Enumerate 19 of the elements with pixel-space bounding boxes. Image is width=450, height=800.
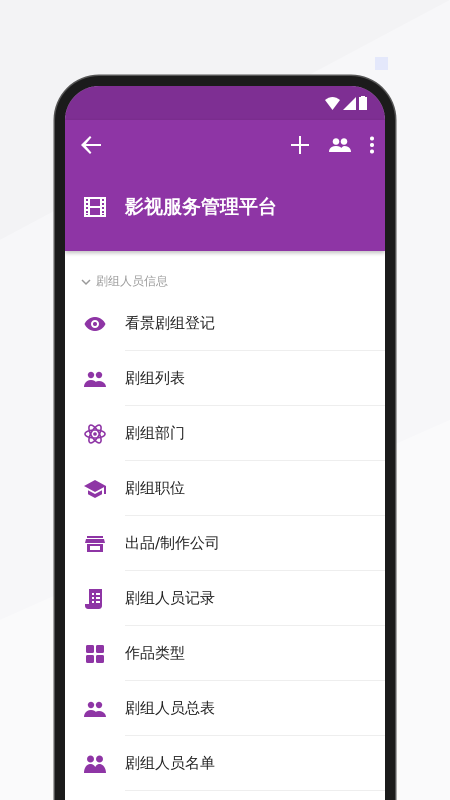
back-arrow-icon[interactable] xyxy=(81,136,101,154)
atom-icon xyxy=(83,422,107,446)
signal-icon xyxy=(343,96,356,110)
people-icon[interactable] xyxy=(329,138,351,152)
menu-item-label[interactable]: 剧组人员记录 xyxy=(125,588,215,608)
menu-item-label[interactable]: 作品类型 xyxy=(125,644,185,662)
app-title: 影视服务管理平台 xyxy=(125,195,277,220)
menu-item-label[interactable]: 出品/制作公司 xyxy=(125,534,220,552)
menu-item-label[interactable]: 剧组人员总表 xyxy=(125,698,215,718)
film-icon xyxy=(83,195,107,219)
battery-icon xyxy=(359,96,367,110)
wifi-icon xyxy=(325,96,340,110)
menu-item-label[interactable]: 剧组人员名单 xyxy=(125,754,215,772)
add-icon[interactable] xyxy=(291,136,309,154)
menu-item-label[interactable]: 看景剧组登记 xyxy=(125,314,215,332)
menu-item-label[interactable]: 剧组列表 xyxy=(125,368,185,388)
more-options-icon[interactable] xyxy=(369,136,375,154)
menu-item-label[interactable]: 剧组职位 xyxy=(125,478,185,498)
menu-item-label[interactable]: 剧组部门 xyxy=(125,424,185,442)
